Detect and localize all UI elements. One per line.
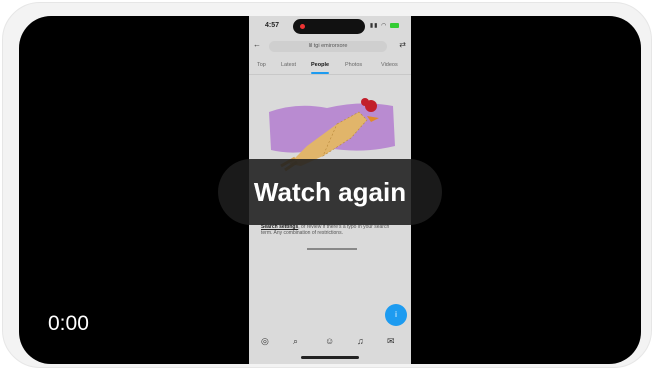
mail-icon: ✉	[387, 336, 395, 346]
search-row: ← lil tgi emirorxore ⇄	[249, 40, 411, 54]
people-icon: ☺	[325, 336, 335, 346]
search-icon: ⌕	[293, 336, 299, 346]
search-box: lil tgi emirorxore	[269, 41, 387, 52]
filter-icon: ⇄	[399, 40, 406, 49]
video-player[interactable]: 4:57 ▮▮ ◠ ← lil tgi emirorxore ⇄ Top Lat…	[19, 16, 641, 364]
timecode: 0:00	[48, 312, 89, 335]
phone-status-bar: 4:57 ▮▮ ◠	[249, 16, 411, 38]
no-results-description: Search settings, or review if there's a …	[261, 224, 401, 236]
chicken-comb-2	[361, 98, 369, 106]
signal-wifi-battery-icons: ▮▮ ◠	[370, 22, 399, 29]
bottom-navigation: ◎ ⌕ ☺ ♫ ✉	[249, 330, 411, 354]
search-tabs: Top Latest People Photos Videos	[249, 60, 411, 75]
divider	[307, 248, 357, 250]
recording-dot-icon	[300, 24, 305, 29]
bell-icon: ♫	[357, 336, 364, 346]
tab-top: Top	[257, 62, 266, 68]
grok-icon: ◎	[261, 336, 269, 346]
tab-photos: Photos	[345, 62, 363, 68]
active-tab-indicator	[311, 72, 329, 74]
video-card: 4:57 ▮▮ ◠ ← lil tgi emirorxore ⇄ Top Lat…	[2, 2, 652, 368]
dynamic-island	[293, 19, 365, 34]
tab-videos: Videos	[381, 62, 398, 68]
home-indicator	[301, 356, 359, 359]
tab-latest: Latest	[281, 62, 296, 68]
battery-icon	[390, 22, 399, 28]
phone-status-time: 4:57	[265, 22, 280, 29]
compose-fab: i	[385, 304, 407, 326]
tab-people: People	[311, 62, 330, 68]
watch-again-button[interactable]: Watch again	[218, 159, 442, 225]
back-arrow-icon: ←	[253, 40, 261, 49]
